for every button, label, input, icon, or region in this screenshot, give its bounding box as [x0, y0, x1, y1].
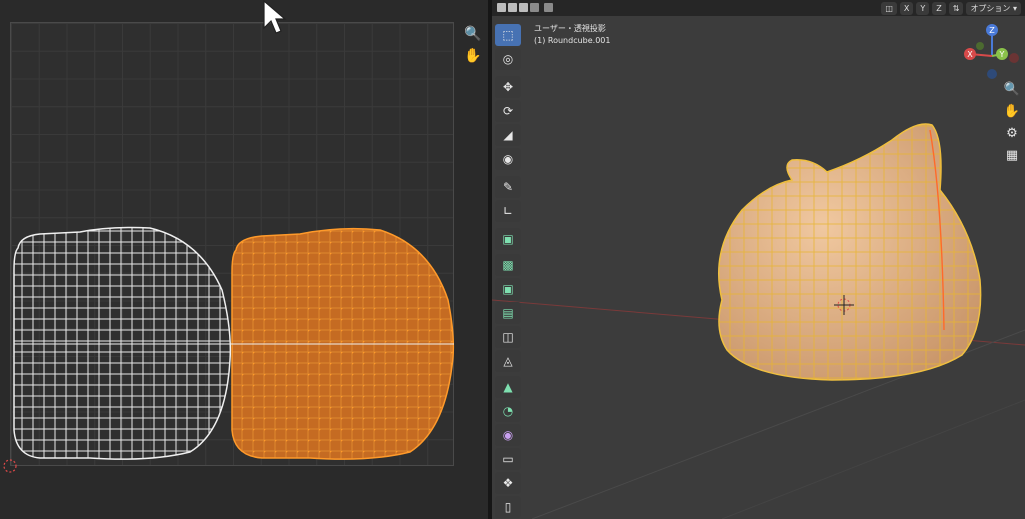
loop-cut-tool[interactable]: ◫: [495, 326, 521, 348]
zoom-icon[interactable]: 🔍: [1002, 80, 1022, 100]
options-menu[interactable]: オプション ▾: [966, 1, 1021, 15]
gizmo-neg-x: [1009, 53, 1019, 63]
uv-2d-cursor: [3, 459, 17, 473]
shrink-fatten-icon: ▭: [502, 452, 514, 466]
mirror-x-toggle[interactable]: X: [899, 1, 914, 15]
smooth-icon: ◉: [502, 428, 514, 442]
floor-grid-line: [721, 399, 1025, 519]
knife-icon: ◬: [503, 354, 513, 368]
scale-icon: ◢: [503, 128, 513, 142]
rotate-icon: ⟳: [502, 104, 514, 118]
measure-tool[interactable]: ∟: [495, 200, 521, 222]
smooth-tool[interactable]: ◉: [495, 424, 521, 446]
shear-tool[interactable]: ❖: [495, 472, 521, 494]
mouse-pointer-icon: [263, 0, 287, 34]
spin-tool[interactable]: ◔: [495, 400, 521, 422]
add-cube-icon: ▣: [502, 232, 514, 246]
navigation-gizmo[interactable]: Z X Y: [962, 22, 1022, 82]
uv-island-unselected: [13, 226, 232, 460]
face-select-icon[interactable]: [519, 3, 528, 12]
add-cube-tool[interactable]: ▣: [495, 228, 521, 250]
poly-build-tool[interactable]: ▲: [495, 376, 521, 398]
viewport-info: ユーザー・透視投影 (1) Roundcube.001: [534, 23, 610, 47]
extrude-icon: ▩: [502, 258, 514, 272]
move-tool[interactable]: ✥: [495, 76, 521, 98]
gizmo-x-label: X: [967, 50, 973, 59]
transform-tool[interactable]: ◉: [495, 148, 521, 170]
inset-tool[interactable]: ▣: [495, 278, 521, 300]
uv-editor-panel[interactable]: 🔍 ✋: [0, 0, 488, 519]
bevel-icon: ▤: [502, 306, 514, 320]
knife-tool[interactable]: ◬: [495, 350, 521, 372]
camera-icon[interactable]: ⚙: [1002, 124, 1022, 144]
sticky-select-icon[interactable]: [530, 3, 539, 12]
measure-icon: ∟: [502, 204, 514, 218]
vertex-select-icon[interactable]: [497, 3, 506, 12]
transform-icon: ◉: [502, 152, 514, 166]
cursor-tool[interactable]: ◎: [495, 48, 521, 70]
extrude-tool[interactable]: ▩: [495, 254, 521, 276]
cursor-icon: ◎: [502, 52, 514, 66]
viewport-scene[interactable]: [492, 0, 1025, 519]
object-name: (1) Roundcube.001: [534, 36, 611, 45]
spin-icon: ◔: [502, 404, 514, 418]
uv-islands[interactable]: [0, 0, 488, 519]
hand-icon[interactable]: ✋: [463, 46, 483, 66]
view-name: ユーザー・透視投影: [534, 24, 606, 33]
gizmo-neg-z: [987, 69, 997, 79]
rip-tool[interactable]: ▯: [495, 496, 521, 518]
poly-build-icon: ▲: [503, 380, 513, 394]
annotate-icon: ✎: [502, 180, 514, 194]
viewport-header: ◫ X Y Z ⇅ オプション ▾: [492, 0, 1025, 16]
gizmo-z-label: Z: [989, 26, 995, 35]
shrink-fatten-tool[interactable]: ▭: [495, 448, 521, 470]
options-label: オプション: [970, 3, 1011, 13]
shear-icon: ❖: [502, 476, 514, 490]
hand-icon[interactable]: ✋: [1002, 102, 1022, 122]
annotate-tool[interactable]: ✎: [495, 176, 521, 198]
3d-viewport[interactable]: ◫ X Y Z ⇅ オプション ▾ ユーザー・透視投影 (1) Roundcub…: [492, 0, 1025, 519]
loop-cut-icon: ◫: [502, 330, 514, 344]
gizmo-neg-y: [976, 42, 984, 50]
edge-select-icon[interactable]: [508, 3, 517, 12]
gizmo-y-label: Y: [999, 50, 1005, 59]
select-box-tool[interactable]: ⬚: [495, 24, 521, 46]
rotate-tool[interactable]: ⟳: [495, 100, 521, 122]
snap-icon[interactable]: ⇅: [948, 1, 964, 15]
gizmo-toggle-icon[interactable]: ◫: [881, 1, 897, 15]
inset-icon: ▣: [502, 282, 514, 296]
scale-tool[interactable]: ◢: [495, 124, 521, 146]
mirror-z-toggle[interactable]: Z: [932, 1, 946, 15]
grid-icon[interactable]: ▦: [1002, 146, 1022, 166]
island-select-icon[interactable]: [544, 3, 553, 12]
bevel-tool[interactable]: ▤: [495, 302, 521, 324]
zoom-icon[interactable]: 🔍: [463, 24, 483, 44]
mirror-y-toggle[interactable]: Y: [916, 1, 930, 15]
move-icon: ✥: [502, 80, 514, 94]
rip-icon: ▯: [504, 500, 512, 514]
select-box-icon: ⬚: [502, 28, 514, 42]
